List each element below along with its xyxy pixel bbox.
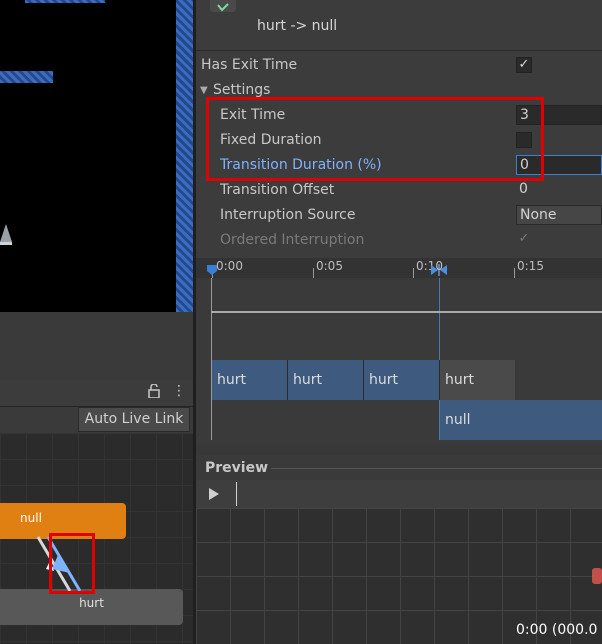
- exit-time-label: Exit Time: [220, 107, 286, 123]
- foldout-arrow-icon: ▼: [200, 85, 208, 96]
- transition-offset-label: Transition Offset: [220, 182, 335, 198]
- interruption-source-row: Interruption Source None: [196, 203, 602, 228]
- timeline-footer: [196, 444, 602, 455]
- clip-hurt[interactable]: hurt: [288, 360, 364, 400]
- play-icon[interactable]: [208, 486, 220, 505]
- transition-duration-row: Transition Duration (%) 0: [196, 153, 602, 178]
- wall-tile: [176, 0, 193, 312]
- playhead-line: [211, 278, 212, 440]
- preview-time-readout: 0:00 (000.0: [516, 622, 598, 638]
- state-node-null[interactable]: null: [0, 503, 126, 539]
- transition-duration-label: Transition Duration (%): [220, 157, 382, 173]
- preview-toolbar: [196, 480, 602, 508]
- transition-range-handle-icon[interactable]: [429, 261, 449, 276]
- transition-arrow-icon[interactable]: [30, 535, 90, 595]
- settings-foldout[interactable]: ▼ Settings: [196, 78, 602, 103]
- tick-mark: [413, 268, 414, 278]
- preview-viewport[interactable]: 0:00 (000.0: [196, 508, 602, 644]
- clip-hurt[interactable]: hurt: [440, 360, 515, 400]
- platform-tile: [0, 71, 53, 83]
- transition-offset-field[interactable]: 0: [516, 180, 602, 200]
- transition-title: hurt -> null: [257, 18, 338, 34]
- transition-icon: [210, 0, 236, 12]
- clip-hurt[interactable]: hurt: [212, 360, 288, 400]
- divider: [196, 50, 602, 51]
- exit-time-field[interactable]: 3: [516, 105, 602, 125]
- fixed-duration-label: Fixed Duration: [220, 132, 322, 148]
- fixed-duration-row: Fixed Duration: [196, 128, 602, 153]
- animator-toolbar: Auto Live Link: [0, 407, 193, 433]
- tick-label: 0:15: [517, 259, 544, 273]
- transition-duration-field[interactable]: 0: [516, 155, 602, 175]
- transition-offset-row: Transition Offset 0: [196, 178, 602, 203]
- weight-curve: [211, 311, 602, 313]
- tick-label: 0:05: [316, 259, 343, 273]
- tick-label: 0:00: [216, 259, 243, 273]
- lock-icon[interactable]: [148, 383, 160, 402]
- animator-graph[interactable]: null hurt: [0, 433, 193, 644]
- preview-title-rule: [271, 468, 602, 469]
- has-exit-time-row: Has Exit Time ✓: [196, 53, 602, 78]
- spike-icon: [0, 224, 12, 246]
- animator-tabbar: ⋮: [0, 380, 193, 407]
- has-exit-time-checkbox[interactable]: ✓: [516, 57, 532, 73]
- exit-time-row: Exit Time 3: [196, 103, 602, 128]
- auto-live-link-button[interactable]: Auto Live Link: [78, 407, 190, 432]
- game-view: [0, 0, 193, 312]
- interruption-source-dropdown[interactable]: None: [516, 205, 602, 225]
- settings-label: Settings: [213, 82, 271, 98]
- ordered-interruption-row: Ordered Interruption ✓: [196, 228, 602, 253]
- platform-tile: [25, 0, 105, 3]
- has-exit-time-label: Has Exit Time: [201, 57, 298, 73]
- clip-hurt[interactable]: hurt: [364, 360, 440, 400]
- state-node-hurt[interactable]: hurt: [0, 589, 183, 625]
- transition-inspector: hurt -> null Has Exit Time ✓ ▼ Settings …: [196, 0, 602, 258]
- panel-splitter[interactable]: [193, 0, 196, 644]
- tick-mark: [313, 268, 314, 278]
- clip-null[interactable]: null: [440, 400, 602, 440]
- preview-character: [592, 568, 602, 584]
- ordered-interruption-checkbox[interactable]: ✓: [516, 232, 532, 248]
- fixed-duration-checkbox[interactable]: [516, 132, 532, 148]
- panel-gap: [0, 312, 193, 380]
- playhead-marker-icon[interactable]: [206, 261, 218, 275]
- preview-scrubber[interactable]: [236, 482, 237, 506]
- ordered-interruption-label: Ordered Interruption: [220, 232, 365, 248]
- preview-title: Preview: [205, 460, 269, 476]
- more-menu-icon[interactable]: ⋮: [172, 383, 186, 399]
- tick-mark: [514, 268, 515, 278]
- interruption-source-label: Interruption Source: [220, 207, 356, 223]
